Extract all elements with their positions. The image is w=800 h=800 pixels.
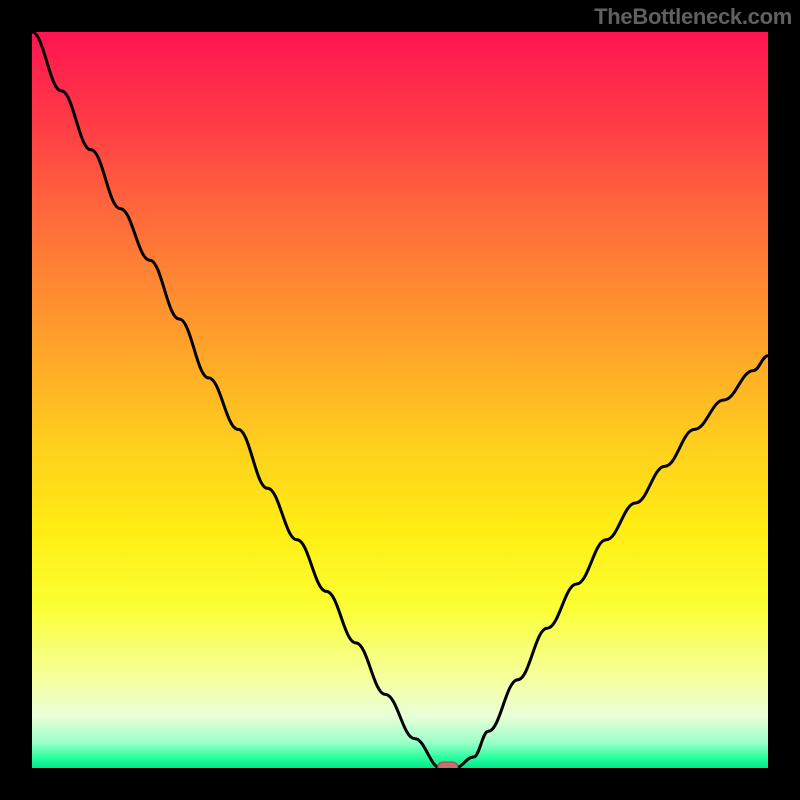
plot-area bbox=[32, 32, 768, 768]
chart-svg bbox=[32, 32, 768, 768]
watermark-text: TheBottleneck.com bbox=[594, 4, 792, 30]
minimum-marker bbox=[438, 762, 458, 768]
gradient-background bbox=[32, 32, 768, 768]
chart-frame: TheBottleneck.com bbox=[0, 0, 800, 800]
